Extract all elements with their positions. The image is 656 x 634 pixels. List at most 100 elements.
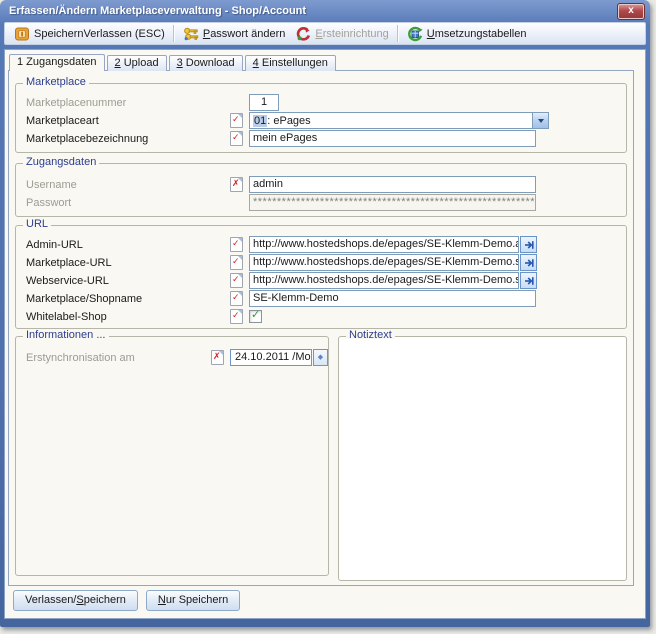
row-webservice-url: Webservice-URL ✓ http://www.hostedshops.… bbox=[16, 272, 626, 289]
setup-icon bbox=[295, 26, 311, 42]
row-erstsynchronisation: Erstynchronisation am ✗ 24.10.2011 /Mo ◆ bbox=[16, 349, 328, 366]
marketplacenummer-input[interactable]: 1 bbox=[249, 94, 279, 111]
toolbar-button-label: Passwort ändern bbox=[203, 28, 286, 40]
field-check-icon: ✓ bbox=[230, 255, 243, 270]
group-informationen: Informationen ... Erstynchronisation am … bbox=[15, 336, 329, 576]
tab-einstellungen[interactable]: 4 Einstellungen bbox=[245, 55, 336, 71]
selected-value-rest: : ePages bbox=[267, 115, 310, 127]
tab-bar: 1 Zugangsdaten 2 Upload 3 Download 4 Ein… bbox=[9, 54, 336, 71]
shopname-input[interactable]: SE-Klemm-Demo bbox=[249, 290, 536, 307]
field-label: Marketplacenummer bbox=[26, 97, 230, 109]
field-check-icon: ✓ bbox=[230, 237, 243, 252]
field-label: Erstynchronisation am bbox=[26, 352, 211, 364]
row-marketplaceart: Marketplaceart ✓ 01 : ePages bbox=[16, 112, 626, 129]
tab-upload[interactable]: 2 Upload bbox=[107, 55, 167, 71]
field-check-icon: ✓ bbox=[230, 291, 243, 306]
date-control: 24.10.2011 /Mo ◆ bbox=[230, 349, 328, 366]
field-check-icon: ✓ bbox=[230, 273, 243, 288]
field-check-icon: ✓ bbox=[230, 309, 243, 324]
toolbar: SpeichernVerlassen (ESC) Passwort ändern bbox=[4, 22, 646, 45]
field-label: Marketplace/Shopname bbox=[26, 293, 230, 305]
row-marketplacenummer: Marketplacenummer 1 bbox=[16, 94, 626, 111]
marketplacebezeichnung-input[interactable]: mein ePages bbox=[249, 130, 536, 147]
group-title: URL bbox=[23, 218, 51, 230]
tab-label: 1 Zugangsdaten bbox=[17, 56, 97, 68]
open-url-button[interactable] bbox=[520, 236, 537, 253]
toolbar-separator bbox=[173, 25, 175, 42]
toolbar-separator bbox=[397, 25, 399, 42]
field-label: Whitelabel-Shop bbox=[26, 311, 230, 323]
row-marketplace-url: Marketplace-URL ✓ http://www.hostedshops… bbox=[16, 254, 626, 271]
toolbar-button-label: Ersteinrichtung bbox=[315, 28, 388, 40]
open-url-button[interactable] bbox=[520, 254, 537, 271]
go-arrow-icon bbox=[524, 276, 534, 286]
toolbar-button-label: Umsetzungstabellen bbox=[427, 28, 527, 40]
date-spinner-button[interactable]: ◆ bbox=[313, 349, 328, 366]
window-title: Erfassen/Ändern Marketplaceverwaltung - … bbox=[9, 5, 306, 17]
mapping-tables-icon bbox=[407, 26, 423, 42]
admin-url-input[interactable]: http://www.hostedshops.de/epages/SE-Klem… bbox=[249, 236, 519, 253]
row-username: Username ✗ admin bbox=[16, 176, 626, 193]
keys-icon bbox=[183, 26, 199, 42]
tab-label: 2 Upload bbox=[115, 57, 159, 69]
username-input[interactable]: admin bbox=[249, 176, 536, 193]
footer-button-bar: Verlassen/Speichern Nur Speichern bbox=[13, 590, 240, 611]
selected-value: 01 bbox=[253, 115, 267, 127]
field-label: Admin-URL bbox=[26, 239, 230, 251]
row-marketplacebezeichnung: Marketplacebezeichnung ✓ mein ePages bbox=[16, 130, 626, 147]
spinner-icon: ◆ bbox=[318, 354, 323, 361]
row-whitelabel: Whitelabel-Shop ✓ ✓ bbox=[16, 308, 626, 325]
tab-content: Marketplace Marketplacenummer 1 Marketpl… bbox=[8, 70, 634, 586]
marketplace-url-input[interactable]: http://www.hostedshops.de/epages/SE-Klem… bbox=[249, 254, 519, 271]
close-icon: x bbox=[628, 5, 634, 16]
toolbar-button-label: SpeichernVerlassen (ESC) bbox=[34, 28, 165, 40]
group-zugangsdaten: Zugangsdaten Username ✗ admin Passwort *… bbox=[15, 163, 627, 217]
row-shopname: Marketplace/Shopname ✓ SE-Klemm-Demo bbox=[16, 290, 626, 307]
field-label: Marketplacebezeichnung bbox=[26, 133, 230, 145]
button-label: Verlassen/Speichern bbox=[25, 594, 126, 606]
erstsynchronisation-date-input[interactable]: 24.10.2011 /Mo bbox=[230, 349, 312, 366]
field-label: Username bbox=[26, 179, 230, 191]
field-label: Passwort bbox=[26, 197, 230, 209]
tab-label: 4 Einstellungen bbox=[253, 57, 328, 69]
webservice-url-input[interactable]: http://www.hostedshops.de/epages/SE-Klem… bbox=[249, 272, 519, 289]
tab-download[interactable]: 3 Download bbox=[169, 55, 243, 71]
row-admin-url: Admin-URL ✓ http://www.hostedshops.de/ep… bbox=[16, 236, 626, 253]
group-url: URL Admin-URL ✓ http://www.hostedshops.d… bbox=[15, 225, 627, 329]
group-title: Zugangsdaten bbox=[23, 156, 99, 168]
group-notiztext: Notiztext bbox=[338, 336, 627, 581]
notiztext-textarea[interactable] bbox=[341, 339, 624, 578]
marketplaceart-select[interactable]: 01 : ePages bbox=[249, 112, 549, 129]
row-passwort: Passwort *******************************… bbox=[16, 194, 626, 211]
whitelabel-checkbox[interactable]: ✓ bbox=[249, 310, 262, 323]
open-url-button[interactable] bbox=[520, 272, 537, 289]
field-label: Marketplace-URL bbox=[26, 257, 230, 269]
close-button[interactable]: x bbox=[618, 4, 644, 19]
verlassen-speichern-button[interactable]: Verlassen/Speichern bbox=[13, 590, 138, 611]
group-title: Informationen ... bbox=[23, 329, 109, 341]
dropdown-arrow-icon[interactable] bbox=[532, 113, 548, 128]
field-x-icon: ✗ bbox=[211, 350, 224, 365]
toolbar-button-ersteinrichtung[interactable]: Ersteinrichtung bbox=[290, 24, 393, 44]
field-check-icon: ✓ bbox=[230, 113, 243, 128]
go-arrow-icon bbox=[524, 240, 534, 250]
toolbar-button-umsetzungstabellen[interactable]: Umsetzungstabellen bbox=[402, 24, 532, 44]
tab-zugangsdaten[interactable]: 1 Zugangsdaten bbox=[9, 54, 105, 71]
group-marketplace: Marketplace Marketplacenummer 1 Marketpl… bbox=[15, 83, 627, 153]
title-bar[interactable]: Erfassen/Ändern Marketplaceverwaltung - … bbox=[4, 0, 646, 22]
tab-label: 3 Download bbox=[177, 57, 235, 69]
go-arrow-icon bbox=[524, 258, 534, 268]
save-exit-icon bbox=[14, 26, 30, 42]
field-label: Webservice-URL bbox=[26, 275, 230, 287]
nur-speichern-button[interactable]: Nur Speichern bbox=[146, 590, 240, 611]
toolbar-button-speichern-verlassen[interactable]: SpeichernVerlassen (ESC) bbox=[9, 24, 170, 44]
checkbox-check-icon: ✓ bbox=[251, 308, 260, 321]
field-x-icon: ✗ bbox=[230, 177, 243, 192]
group-title: Marketplace bbox=[23, 76, 89, 88]
passwort-input[interactable]: ****************************************… bbox=[249, 194, 536, 211]
button-label: Nur Speichern bbox=[158, 594, 228, 606]
field-label: Marketplaceart bbox=[26, 115, 230, 127]
toolbar-button-passwort-aendern[interactable]: Passwort ändern bbox=[178, 24, 291, 44]
app-window: Erfassen/Ändern Marketplaceverwaltung - … bbox=[0, 0, 650, 627]
main-panel: 1 Zugangsdaten 2 Upload 3 Download 4 Ein… bbox=[4, 49, 646, 619]
